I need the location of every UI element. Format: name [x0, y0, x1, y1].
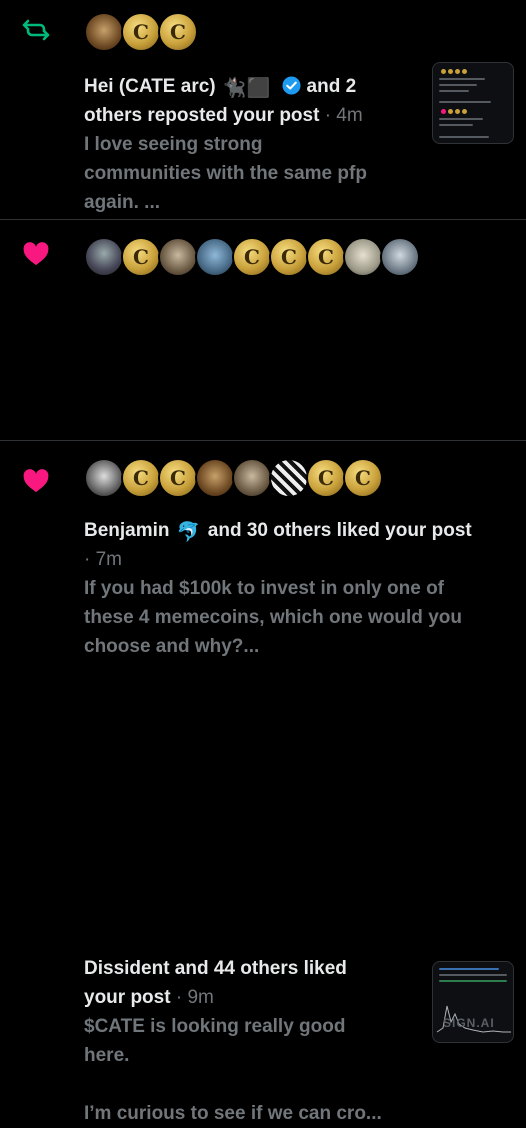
post-thumbnail[interactable]: [432, 62, 514, 144]
avatar[interactable]: [158, 458, 198, 498]
actor-name[interactable]: Hei (CATE arc): [84, 76, 216, 97]
post-preview-line: again. ...: [84, 192, 161, 213]
notification-title[interactable]: Hei (CATE arc) 🐈‍⬛⬛ and 2: [84, 72, 356, 104]
avatar[interactable]: [232, 458, 272, 498]
post-preview-line: communities with the same pfp: [84, 163, 367, 184]
avatar[interactable]: [84, 237, 124, 277]
notification-title[interactable]: Dissident and 44 others liked: [84, 954, 347, 983]
post-preview-line: $CATE is looking really good: [84, 1016, 346, 1037]
action-text: others reposted your post: [84, 105, 320, 126]
avatar[interactable]: [195, 458, 235, 498]
verified-badge-icon: [281, 75, 301, 104]
notification-like[interactable]: Dissident and 44 others liked your post …: [0, 441, 526, 1124]
post-preview-line: I love seeing strong: [84, 134, 263, 155]
avatar[interactable]: [232, 237, 272, 277]
notification-title-cont: your post · 9m: [84, 983, 214, 1012]
avatar[interactable]: [121, 12, 161, 52]
actor-avatars: [84, 237, 420, 277]
actor-emoji: 🐈‍⬛⬛: [222, 78, 271, 99]
avatar[interactable]: [158, 237, 198, 277]
avatar[interactable]: [343, 237, 383, 277]
avatar[interactable]: [269, 237, 309, 277]
avatar[interactable]: [195, 237, 235, 277]
post-preview-line: here.: [84, 1045, 130, 1066]
action-text: and 2: [306, 76, 357, 97]
avatar[interactable]: [158, 12, 198, 52]
avatar[interactable]: [306, 458, 346, 498]
avatar[interactable]: [269, 458, 309, 498]
avatar[interactable]: [121, 458, 161, 498]
avatar[interactable]: [380, 237, 420, 277]
post-preview-line: I’m curious to see if we can cro...: [84, 1103, 382, 1124]
action-text: your post: [84, 987, 171, 1008]
avatar[interactable]: [84, 12, 124, 52]
timestamp: · 4m: [324, 105, 363, 126]
actor-avatars: [84, 458, 383, 498]
chart-watermark: SIGN.AI: [443, 1016, 495, 1030]
avatar[interactable]: [343, 458, 383, 498]
avatar[interactable]: [121, 237, 161, 277]
timestamp: · 9m: [175, 987, 214, 1008]
notification-title-cont: others reposted your post · 4m: [84, 101, 363, 130]
repost-icon: [22, 18, 50, 47]
notification-like[interactable]: Benjamin 🐬 and 30 others liked your post…: [0, 220, 526, 657]
price-chart-icon: [436, 1005, 511, 1033]
avatar[interactable]: [306, 237, 346, 277]
heart-icon: [22, 468, 50, 499]
heart-icon: [22, 241, 50, 272]
actor-avatars: [84, 12, 198, 52]
action-text[interactable]: Dissident and 44 others liked: [84, 958, 347, 979]
avatar[interactable]: [84, 458, 124, 498]
post-thumbnail-chart[interactable]: SIGN.AI: [432, 961, 514, 1043]
notification-repost[interactable]: Hei (CATE arc) 🐈‍⬛⬛ and 2 others reposte…: [0, 0, 526, 220]
